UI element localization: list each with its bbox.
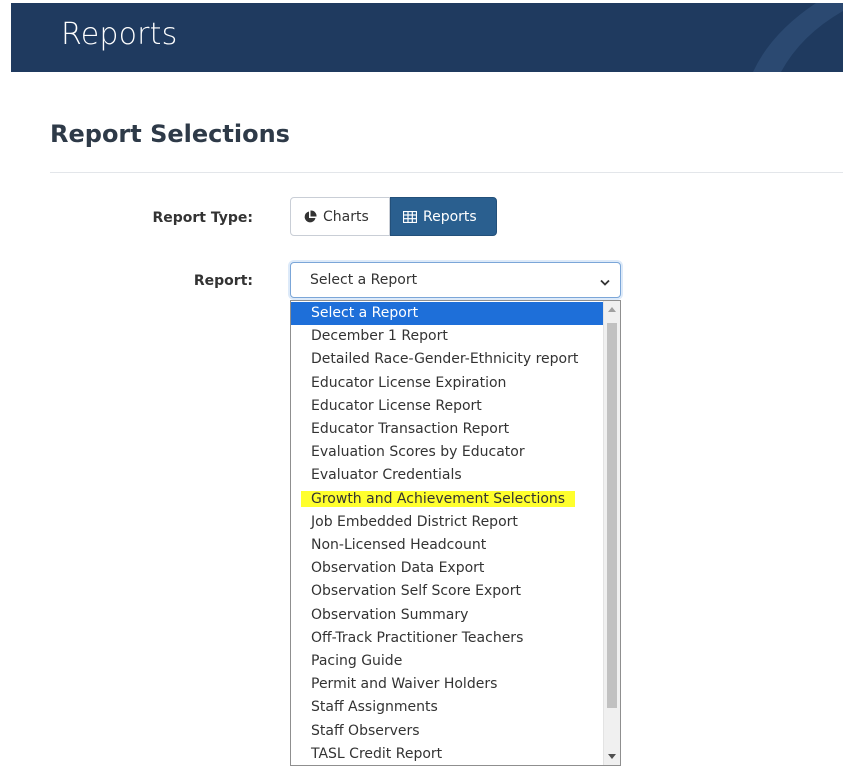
scroll-up-arrow-icon[interactable]: [604, 301, 620, 318]
dropdown-option-label: Job Embedded District Report: [311, 513, 518, 530]
dropdown-option-label: Non-Licensed Headcount: [311, 537, 487, 553]
reports-button[interactable]: Reports: [390, 197, 497, 236]
dropdown-option-label: Observation Self Score Export: [311, 583, 521, 600]
dropdown-option-label: Educator Transaction Report: [311, 421, 510, 437]
dropdown-option-label: Pacing Guide: [311, 653, 403, 669]
report-dropdown-list[interactable]: Select a Report December 1 Report Detailed…: [290, 300, 621, 766]
dropdown-option[interactable]: TASL Credit Report: [291, 743, 603, 765]
dropdown-option[interactable]: Growth and Achievement Selections: [291, 488, 603, 511]
dropdown-option[interactable]: Educator Transaction Report: [291, 418, 603, 441]
dropdown-option[interactable]: Non-Licensed Headcount: [291, 534, 603, 557]
dropdown-option[interactable]: Detailed Race-Gender-Ethnicity report: [291, 348, 603, 371]
scrollbar-thumb[interactable]: [607, 323, 617, 708]
report-select[interactable]: Select a Report: [290, 262, 621, 298]
dropdown-option[interactable]: Staff Observers: [291, 720, 603, 743]
dropdown-option-label: Growth and Achievement Selections: [301, 490, 576, 507]
dropdown-option[interactable]: Select a Report: [291, 302, 603, 325]
dropdown-option-label: Educator License Expiration: [311, 374, 507, 391]
dropdown-option[interactable]: Evaluation Scores by Educator: [291, 441, 603, 464]
table-icon: [403, 210, 417, 223]
dropdown-option[interactable]: Evaluator Credentials: [291, 464, 603, 487]
dropdown-option-label: Observation Summary: [311, 606, 469, 623]
dropdown-option-label: Educator License Report: [311, 397, 482, 414]
dropdown-option-label: December 1 Report: [311, 328, 448, 345]
dropdown-scrollbar[interactable]: [603, 301, 620, 765]
charts-button[interactable]: Charts: [290, 197, 390, 236]
scroll-down-arrow-icon[interactable]: [604, 748, 620, 765]
report-type-label: Report Type:: [152, 210, 253, 226]
dropdown-option-label: Observation Data Export: [311, 560, 485, 577]
dropdown-option-label: Staff Assignments: [311, 699, 438, 716]
dropdown-option[interactable]: Educator License Report: [291, 395, 603, 418]
dropdown-option-label: Staff Observers: [311, 722, 420, 739]
page-title: Reports: [61, 17, 178, 52]
dropdown-option[interactable]: Observation Summary: [291, 604, 603, 627]
dropdown-option-label: Evaluation Scores by Educator: [311, 444, 525, 461]
dropdown-option-label: Evaluator Credentials: [311, 467, 462, 484]
dropdown-option-label: Select a Report: [311, 305, 419, 321]
dropdown-option[interactable]: Pacing Guide: [291, 650, 603, 673]
dropdown-option[interactable]: Educator License Expiration: [291, 372, 603, 395]
dropdown-option[interactable]: Job Embedded District Report: [291, 511, 603, 534]
report-type-toggle: Charts Reports: [290, 197, 497, 236]
pie-chart-icon: [303, 209, 317, 224]
page-header: Reports: [11, 3, 843, 72]
dropdown-option[interactable]: Observation Data Export: [291, 557, 603, 580]
dropdown-option-label: Off-Track Practitioner Teachers: [311, 629, 524, 646]
section-title: Report Selections: [50, 120, 290, 148]
dropdown-option[interactable]: Observation Self Score Export: [291, 580, 603, 603]
dropdown-option[interactable]: Permit and Waiver Holders: [291, 673, 603, 696]
reports-button-label: Reports: [423, 208, 477, 225]
dropdown-option-label: TASL Credit Report: [311, 745, 443, 762]
dropdown-option[interactable]: Off-Track Practitioner Teachers: [291, 627, 603, 650]
section-divider: [50, 172, 843, 173]
charts-button-label: Charts: [323, 208, 369, 225]
dropdown-option-label: Detailed Race-Gender-Ethnicity report: [311, 351, 579, 368]
chevron-down-icon: [600, 275, 610, 291]
dropdown-option[interactable]: December 1 Report: [291, 325, 603, 348]
dropdown-option-label: Permit and Waiver Holders: [311, 676, 498, 693]
report-select-value: Select a Report: [310, 272, 418, 288]
report-label: Report:: [193, 273, 253, 289]
dropdown-option[interactable]: Staff Assignments: [291, 696, 603, 719]
